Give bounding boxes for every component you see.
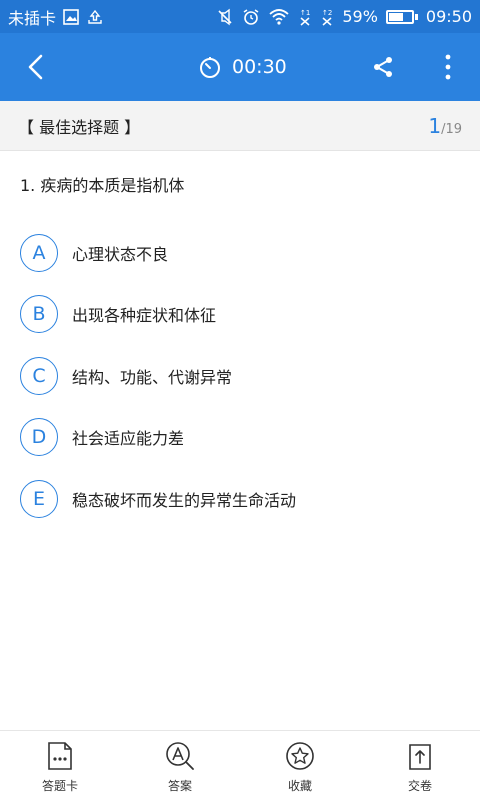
question-type-bar: 【 最佳选择题 】 1 / 19	[0, 101, 480, 151]
option-text: 结构、功能、代谢异常	[72, 367, 233, 387]
favorite-label: 收藏	[287, 779, 312, 793]
timer-value: 00:30	[232, 56, 287, 78]
more-options-button[interactable]	[434, 51, 462, 83]
share-button[interactable]	[367, 51, 399, 83]
answer-button[interactable]: 答案	[120, 731, 240, 800]
more-vert-icon	[445, 54, 451, 80]
question-type-label: 【 最佳选择题 】	[18, 117, 141, 137]
star-icon	[286, 742, 314, 770]
answer-sheet-label: 答题卡	[41, 779, 78, 793]
question-counter: 1 / 19	[428, 114, 462, 138]
option-letter: A	[20, 233, 58, 272]
exam-timer: 00:30	[198, 51, 287, 83]
sim2-no-signal-icon: ↑2	[322, 9, 333, 26]
option-a[interactable]: A 心理状态不良	[0, 222, 480, 284]
option-letter: B	[20, 295, 58, 334]
svg-text:↑1: ↑1	[300, 9, 310, 17]
submit-button[interactable]: 交卷	[360, 731, 480, 800]
wifi-icon	[269, 8, 289, 25]
option-b[interactable]: B 出现各种症状和体征	[0, 284, 480, 346]
back-arrow-icon	[28, 54, 43, 80]
favorite-button[interactable]: 收藏	[240, 731, 360, 800]
answer-search-icon	[166, 742, 194, 770]
options-list: A 心理状态不良 B 出现各种症状和体征 C 结构、功能、代谢异常 D 社会适应…	[0, 222, 480, 530]
battery-percent: 59%	[342, 7, 378, 26]
submit-paper-icon	[409, 744, 431, 770]
clock: 09:50	[425, 7, 472, 26]
mute-icon	[218, 8, 232, 25]
question-text: 1. 疾病的本质是指机体	[20, 176, 185, 195]
option-c[interactable]: C 结构、功能、代谢异常	[0, 345, 480, 407]
option-d[interactable]: D 社会适应能力差	[0, 407, 480, 469]
carrier-label: 未插卡	[8, 8, 57, 28]
submit-label: 交卷	[407, 779, 432, 793]
option-text: 心理状态不良	[72, 244, 169, 264]
share-icon	[374, 57, 392, 77]
answer-label: 答案	[167, 779, 192, 793]
upload-notification-icon	[88, 9, 102, 24]
current-question-number: 1	[428, 113, 442, 138]
app-bar: 00:30	[0, 33, 480, 101]
answer-sheet-icon	[48, 742, 72, 770]
option-text: 出现各种症状和体征	[72, 306, 217, 326]
option-text: 稳态破坏而发生的异常生命活动	[72, 490, 297, 510]
total-question-count: 19	[445, 121, 462, 137]
option-letter: C	[20, 356, 58, 395]
battery-icon	[385, 9, 418, 24]
stopwatch-icon	[200, 57, 220, 78]
image-notification-icon	[63, 8, 79, 25]
alarm-icon	[243, 8, 259, 25]
option-e[interactable]: E 稳态破坏而发生的异常生命活动	[0, 468, 480, 530]
option-letter: D	[20, 418, 58, 457]
back-button[interactable]	[20, 51, 52, 83]
bottom-toolbar: 答题卡 答案 收藏 交卷	[0, 730, 480, 800]
sim1-no-signal-icon: ↑1	[300, 9, 311, 26]
svg-text:↑2: ↑2	[322, 9, 332, 17]
answer-sheet-button[interactable]: 答题卡	[0, 731, 120, 800]
option-letter: E	[20, 479, 58, 518]
option-text: 社会适应能力差	[72, 429, 185, 449]
status-bar: 未插卡 ↑1 ↑2 59% 09:50	[0, 0, 480, 33]
